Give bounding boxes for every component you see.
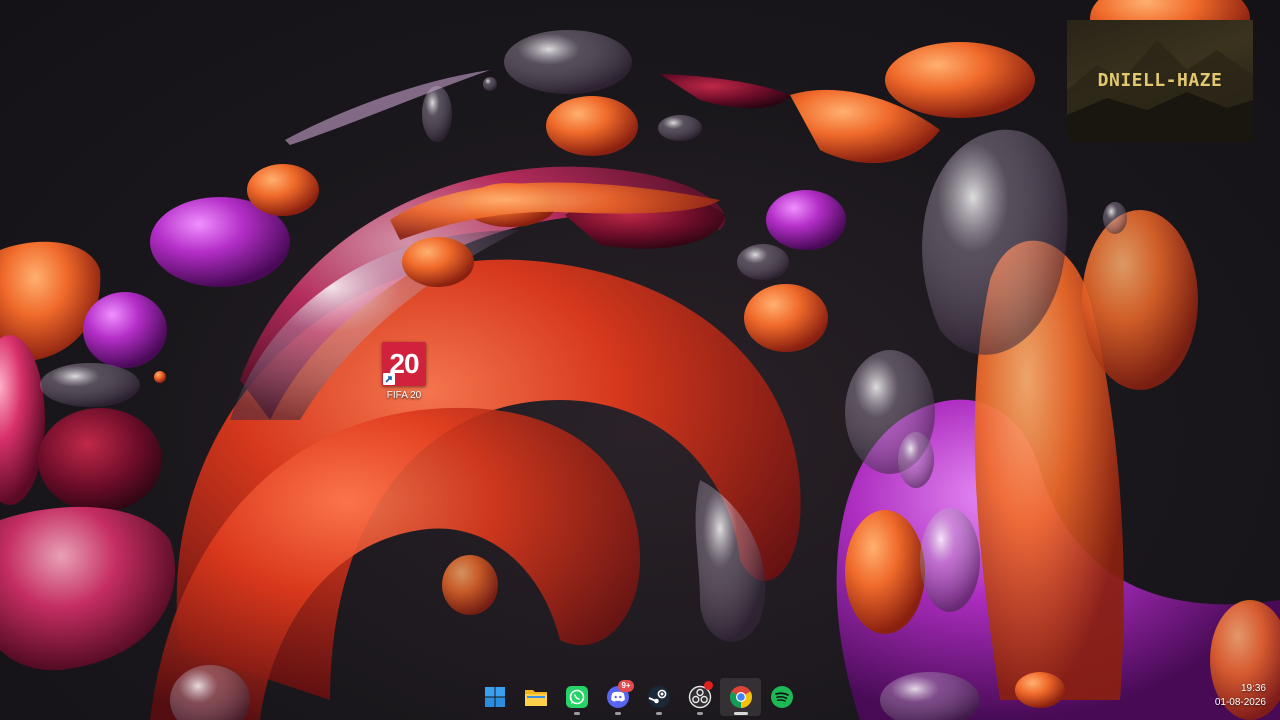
clock-time: 19:36	[1240, 683, 1266, 694]
taskbar-start-button[interactable]	[474, 678, 515, 716]
desktop[interactable]: 20 FIFA 20 DNIELL-HAZE 9+ 19:36 01-08-20…	[0, 0, 1280, 720]
desktop-widget[interactable]: DNIELL-HAZE	[1067, 20, 1253, 142]
steam-icon	[647, 686, 670, 708]
taskbar: 9+ 19:36 01-08-2026	[0, 672, 1280, 720]
windows-start-icon	[484, 687, 505, 707]
desktop-icon-label: FIFA 20	[386, 390, 422, 401]
running-indicator	[696, 712, 703, 715]
chrome-icon	[729, 686, 752, 708]
fifa-20-shortcut-icon: 20	[382, 342, 426, 386]
taskbar-whatsapp[interactable]	[556, 678, 597, 716]
taskbar-steam[interactable]	[638, 678, 679, 716]
whatsapp-icon	[565, 686, 588, 708]
taskbar-chrome[interactable]	[720, 678, 761, 716]
active-indicator	[733, 712, 748, 715]
desktop-icon-fifa-20[interactable]: 20 FIFA 20	[372, 342, 436, 408]
notification-badge: 9+	[618, 680, 634, 692]
taskbar-spotify[interactable]	[761, 678, 802, 716]
taskbar-discord[interactable]: 9+	[597, 678, 638, 716]
taskbar-icons: 9+	[474, 678, 802, 716]
running-indicator	[655, 712, 662, 715]
taskbar-clock[interactable]: 19:36 01-08-2026	[1215, 682, 1266, 710]
folder-icon	[524, 690, 547, 706]
taskbar-obs[interactable]	[679, 678, 720, 716]
spotify-icon	[770, 686, 793, 708]
widget-title: DNIELL-HAZE	[1097, 70, 1223, 91]
running-indicator	[573, 712, 580, 715]
clock-date: 01-08-2026	[1214, 697, 1266, 708]
shortcut-arrow-icon	[383, 373, 395, 385]
recording-indicator-icon	[704, 681, 713, 690]
taskbar-file-explorer[interactable]	[515, 678, 556, 716]
running-indicator	[614, 712, 621, 715]
